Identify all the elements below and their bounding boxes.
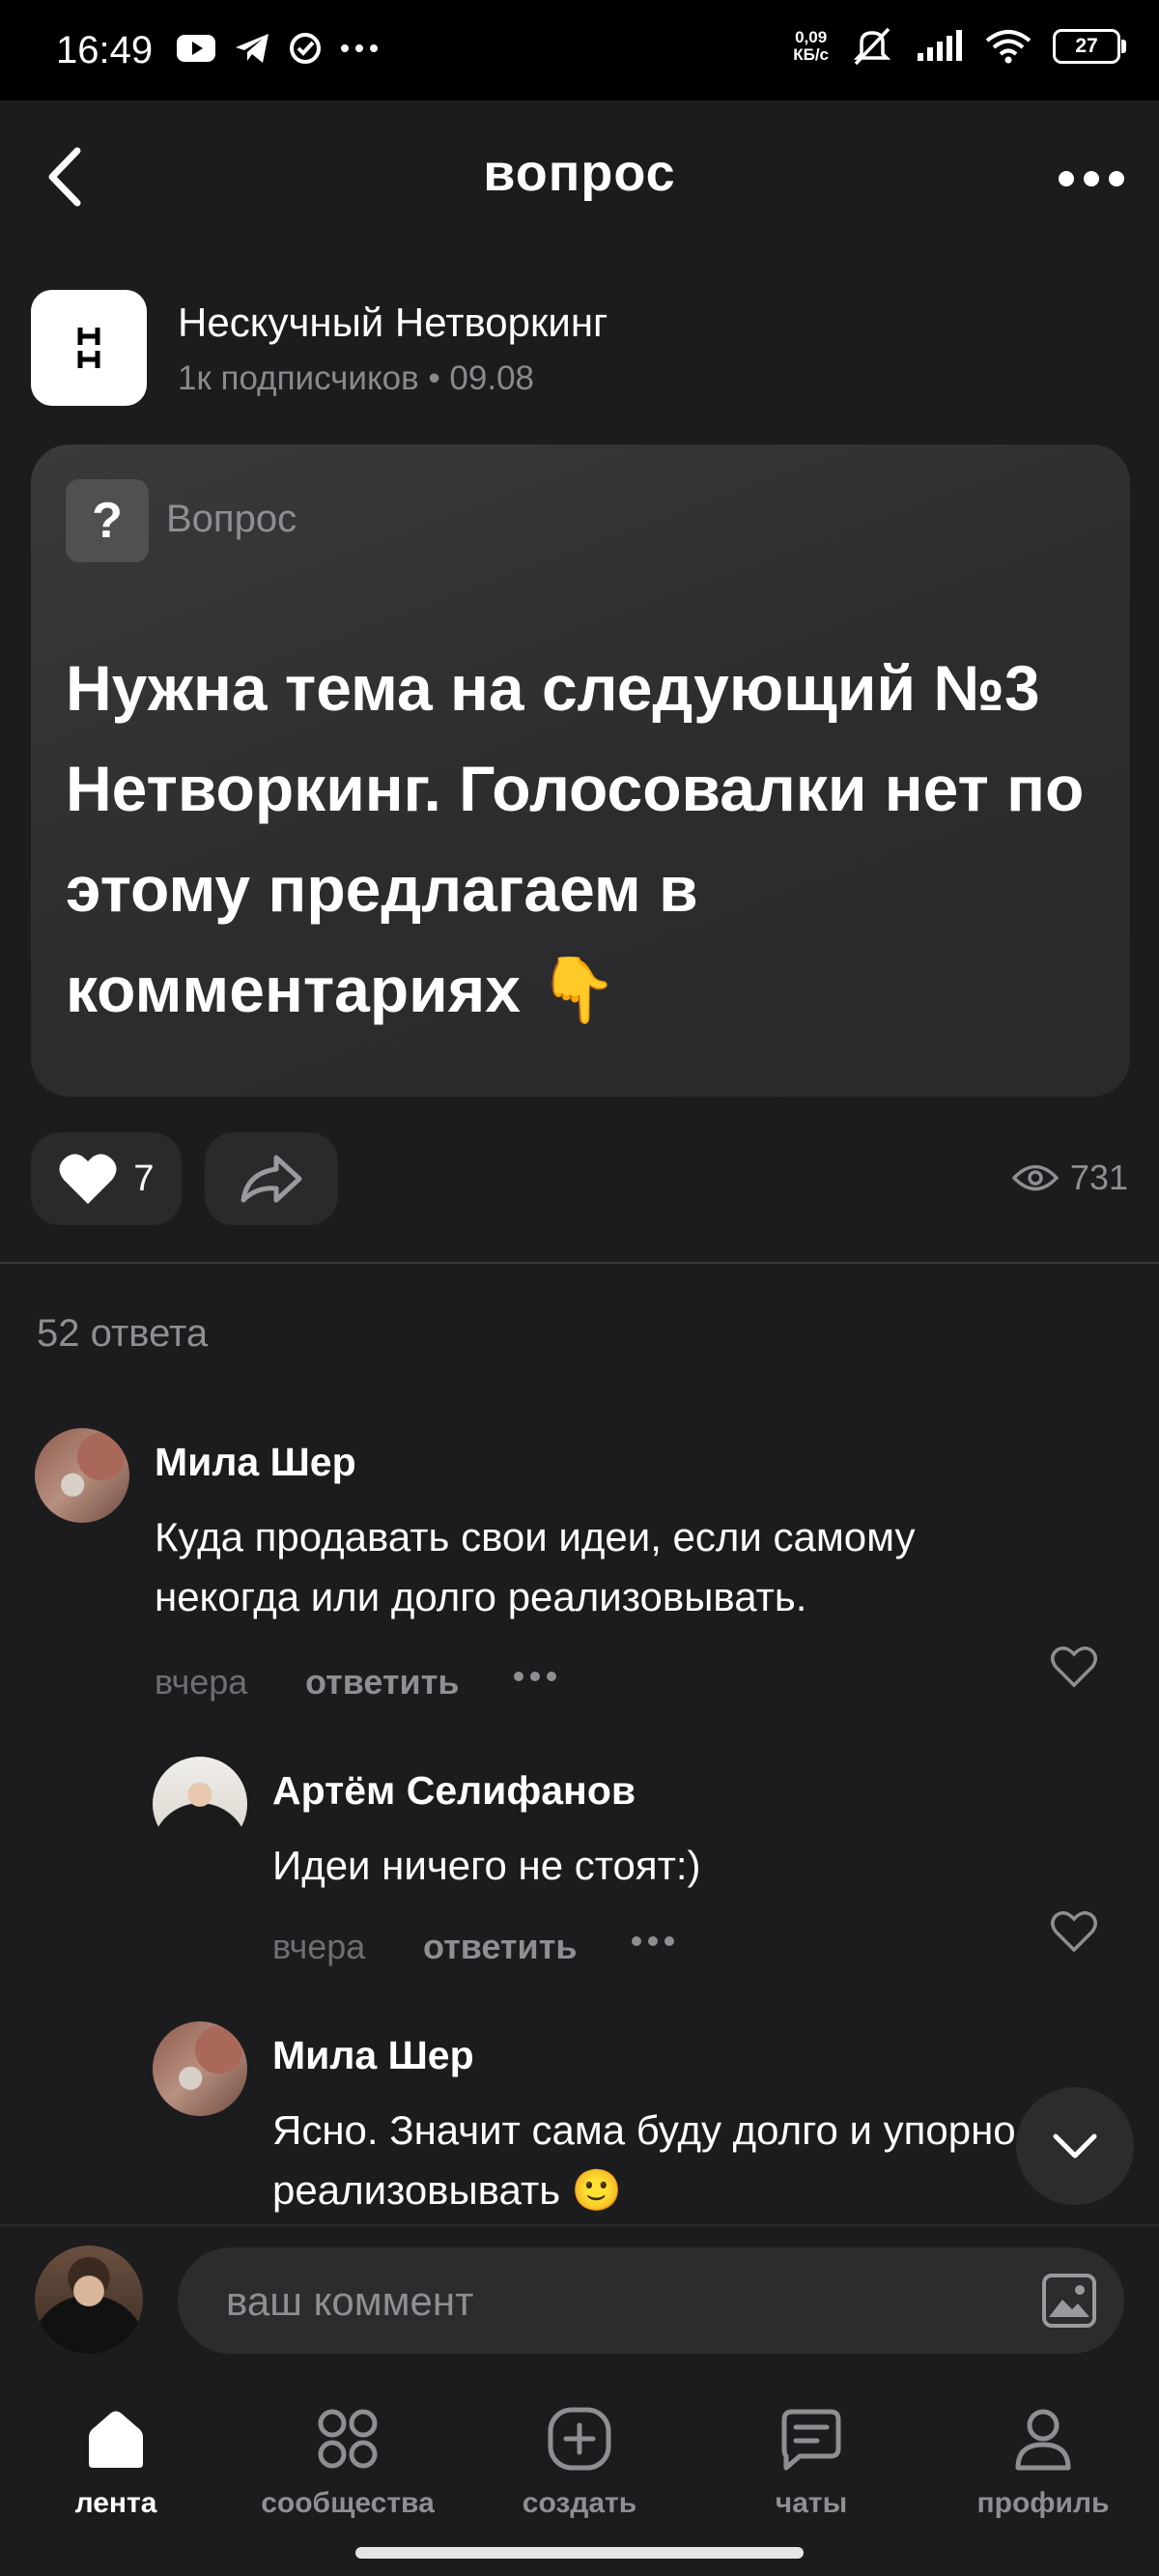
divider — [0, 1262, 1159, 1264]
signal-icon — [918, 30, 962, 61]
eye-icon — [1011, 1164, 1059, 1191]
reply-button[interactable]: ответить — [423, 1927, 577, 1967]
comment-like-icon[interactable] — [1050, 1645, 1098, 1689]
person-icon — [1015, 2409, 1071, 2471]
youtube-icon — [177, 35, 215, 62]
status-time: 16:49 — [56, 29, 154, 72]
page-title: вопрос — [483, 144, 676, 202]
nav-label: сообщества — [261, 2487, 435, 2519]
views-count: 731 — [1069, 1158, 1128, 1197]
community-logo[interactable] — [31, 290, 147, 406]
home-icon — [89, 2411, 143, 2468]
network-speed-unit: КБ/с — [793, 45, 829, 64]
status-notification-icons — [176, 31, 379, 66]
telegram-icon — [236, 34, 269, 63]
comment-like-icon[interactable] — [1050, 1909, 1098, 1954]
reply-button[interactable]: ответить — [305, 1662, 459, 1703]
comment-text: Идеи ничего не стоят:) — [272, 1843, 701, 1888]
heart-icon — [59, 1154, 117, 1204]
comment-time: вчера — [272, 1927, 366, 1966]
chat-icon — [781, 2409, 841, 2471]
views-counter: 731 — [1011, 1158, 1128, 1198]
chevron-down-icon — [1053, 2133, 1097, 2159]
question-card: ? Вопрос Нужна тема на следующий №3 Нетв… — [31, 444, 1130, 1097]
community-logo-icon — [77, 328, 100, 368]
attach-image-icon[interactable] — [1041, 2273, 1097, 2329]
battery-indicator: 27 — [1053, 29, 1126, 64]
nav-item-communities[interactable]: сообщества — [232, 2389, 464, 2533]
more-dot-icon — [1109, 171, 1124, 186]
bottom-navigation: лента сообщества создать чаты профиль — [0, 2375, 1159, 2576]
muted-alarm-icon — [853, 27, 891, 66]
comment-more-button[interactable] — [632, 1936, 674, 1946]
more-dot-icon — [1084, 171, 1099, 186]
network-speed-value: 0,09 — [795, 28, 828, 46]
avatar[interactable] — [153, 1757, 247, 1851]
plus-square-icon — [548, 2407, 611, 2471]
comment-text: Куда продавать свои идеи, если самому не… — [155, 1514, 916, 1619]
like-button[interactable]: 7 — [31, 1132, 182, 1225]
comment-author[interactable]: Мила Шер — [272, 2033, 474, 2078]
nav-label: создать — [522, 2487, 637, 2519]
comment-input-container[interactable] — [178, 2247, 1124, 2356]
status-bar: 16:49 0,09 КБ/с 27 — [0, 0, 1159, 100]
like-count: 7 — [133, 1158, 155, 1199]
avatar[interactable] — [35, 1428, 129, 1523]
community-name[interactable]: Нескучный Нетворкинг — [178, 300, 608, 346]
comment-more-button[interactable] — [514, 1672, 556, 1681]
share-arrow-icon — [240, 1155, 302, 1203]
nav-label: лента — [74, 2487, 157, 2519]
answers-count: 52 ответа — [37, 1312, 209, 1355]
network-speed: 0,09 КБ/с — [793, 29, 829, 64]
home-indicator[interactable] — [355, 2547, 804, 2559]
avatar[interactable] — [153, 2021, 247, 2116]
nav-item-chats[interactable]: чаты — [695, 2389, 927, 2533]
scroll-down-button[interactable] — [1016, 2087, 1134, 2205]
comment-text: Ясно. Значит сама буду долго и упорно ре… — [272, 2107, 1016, 2213]
check-circle-icon — [290, 33, 321, 64]
my-avatar[interactable] — [35, 2246, 143, 2354]
grid-icon — [318, 2409, 378, 2469]
status-system-icons: 0,09 КБ/с 27 — [793, 25, 1126, 68]
nav-item-profile[interactable]: профиль — [927, 2389, 1159, 2533]
wifi-icon — [985, 30, 1032, 64]
comment-author[interactable]: Артём Селифанов — [272, 1768, 636, 1814]
more-dot-icon — [1059, 171, 1074, 186]
question-text: Нужна тема на следующий №3 Нетворкинг. Г… — [66, 652, 1085, 1025]
question-icon: ? — [66, 479, 149, 562]
comment-author[interactable]: Мила Шер — [155, 1440, 356, 1485]
nav-label: чаты — [775, 2487, 848, 2519]
more-notifications-icon — [341, 44, 378, 52]
share-button[interactable] — [205, 1132, 338, 1225]
question-label: Вопрос — [166, 498, 297, 540]
comment-time: вчера — [155, 1662, 248, 1702]
comment-input[interactable] — [224, 2247, 1001, 2356]
community-meta: 1к подписчиков • 09.08 — [178, 359, 535, 397]
nav-label: профиль — [976, 2487, 1110, 2519]
more-options-button[interactable] — [1043, 155, 1140, 203]
nav-item-create[interactable]: создать — [464, 2389, 695, 2533]
nav-item-feed[interactable]: лента — [0, 2389, 232, 2533]
